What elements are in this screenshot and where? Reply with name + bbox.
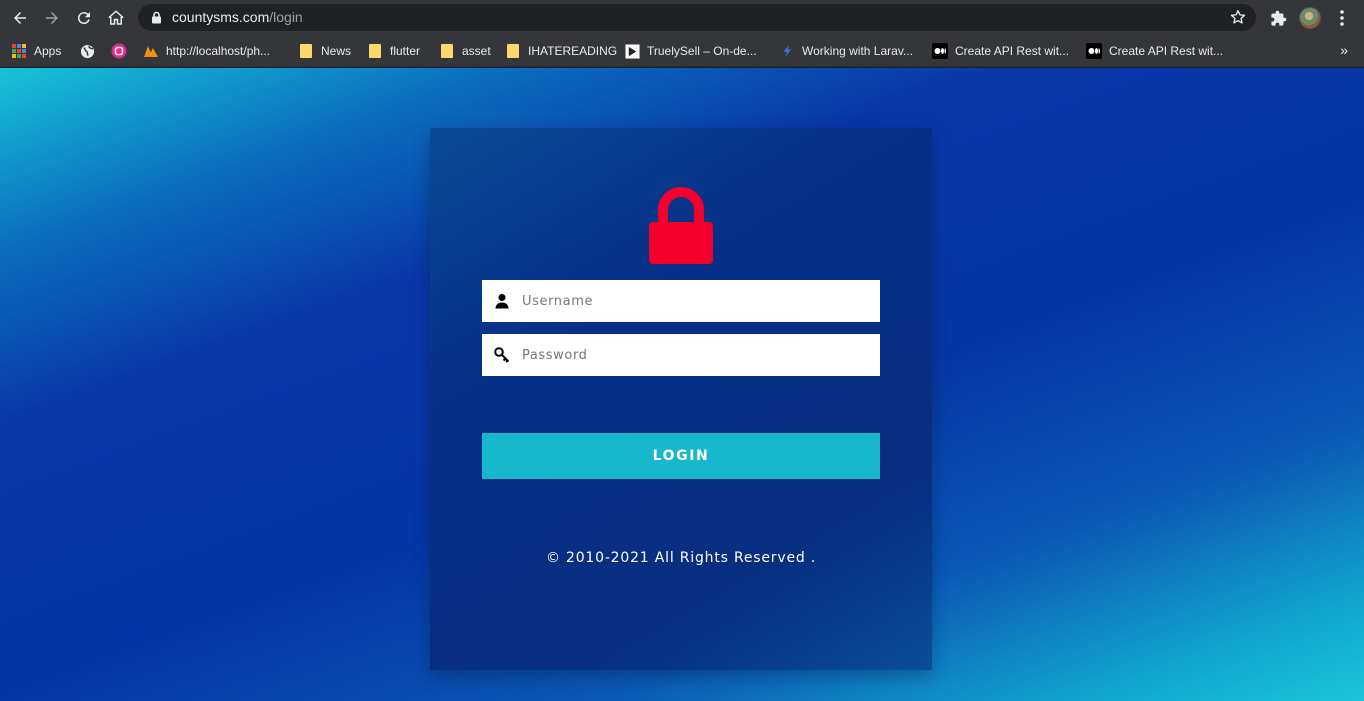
globe-icon [79, 43, 95, 59]
arrow-right-icon [46, 12, 58, 24]
arrow-left-icon [14, 12, 26, 24]
bookmark-folder-flutter[interactable]: flutter [367, 40, 420, 62]
user-icon [495, 294, 509, 309]
reload-button[interactable] [71, 5, 97, 31]
home-button[interactable] [103, 5, 129, 31]
bookmark-medium-2[interactable]: Create API Rest wit... [1086, 40, 1223, 62]
username-input[interactable] [522, 280, 872, 322]
apps-grid-icon [11, 43, 27, 59]
profile-button[interactable] [1297, 5, 1323, 31]
bookmark-laravel[interactable]: Working with Larav... [779, 40, 913, 62]
folder-icon [298, 43, 314, 59]
home-icon [108, 10, 124, 25]
login-button[interactable]: LOGIN [482, 433, 880, 479]
bookmark-label: IHATEREADING [528, 44, 618, 58]
bookmark-label: Create API Rest wit... [955, 44, 1070, 58]
bookmark-label: http://localhost/ph... [166, 44, 271, 58]
browser-toolbar: countysms.com/login [0, 0, 1364, 35]
address-bar[interactable]: countysms.com/login [138, 4, 1256, 31]
bookmark-label: flutter [390, 44, 421, 58]
bookmark-star-icon[interactable] [1230, 9, 1246, 25]
laravel-icon [779, 43, 795, 59]
password-input[interactable] [522, 334, 872, 376]
bookmark-apps[interactable]: Apps [11, 40, 61, 62]
medium-icon [932, 43, 948, 59]
bookmark-label: News [321, 44, 352, 58]
bookmark-label: Create API Rest wit... [1109, 44, 1224, 58]
bookmark-folder-news[interactable]: News [298, 40, 351, 62]
bookmark-truelysell[interactable]: TruelySell – On-de... [624, 40, 757, 62]
folder-icon [367, 43, 383, 59]
page-background: LOGIN © 2010-2021 All Rights Reserved . [0, 68, 1364, 701]
reload-icon [77, 12, 90, 25]
bookmarks-bar: Apps http://localhost/ph... News flutter… [0, 35, 1364, 67]
bookmark-globe[interactable] [79, 40, 95, 62]
url-path: /login [269, 9, 303, 25]
kebab-menu-icon [1340, 10, 1344, 26]
back-button[interactable] [7, 5, 33, 31]
bookmark-folder-ihatereading[interactable]: IHATEREADING [505, 40, 617, 62]
more-bookmarks-icon[interactable]: » [1340, 42, 1348, 58]
bookmark-medium-1[interactable]: Create API Rest wit... [932, 40, 1069, 62]
bookmark-label: Working with Larav... [802, 44, 913, 58]
medium-icon [1086, 43, 1102, 59]
copyright-footer: © 2010-2021 All Rights Reserved . [545, 550, 817, 566]
lock-icon [152, 11, 161, 24]
password-field[interactable] [482, 334, 880, 376]
login-card: LOGIN © 2010-2021 All Rights Reserved . [430, 128, 932, 670]
bookmark-pink[interactable] [111, 40, 127, 62]
folder-icon [505, 43, 521, 59]
puzzle-icon [1270, 10, 1286, 26]
url-host: countysms.com [172, 9, 270, 25]
extensions-button[interactable] [1265, 5, 1291, 31]
bookmark-label: Apps [34, 44, 62, 58]
pma-icon [143, 43, 159, 59]
username-field[interactable] [482, 280, 880, 322]
pink-circle-icon [111, 43, 127, 59]
bookmark-folder-asset[interactable]: asset [439, 40, 491, 62]
bookmark-label: TruelySell – On-de... [647, 44, 757, 58]
folder-icon [439, 43, 455, 59]
avatar [1299, 7, 1321, 29]
url-text: countysms.com/login [172, 9, 303, 25]
key-icon [494, 347, 510, 363]
forward-button[interactable] [39, 5, 65, 31]
padlock-icon [649, 187, 713, 264]
bookmark-label: asset [462, 44, 491, 58]
bookmark-localhost[interactable]: http://localhost/ph... [143, 40, 270, 62]
truelysell-icon [624, 43, 640, 59]
menu-button[interactable] [1329, 5, 1355, 31]
